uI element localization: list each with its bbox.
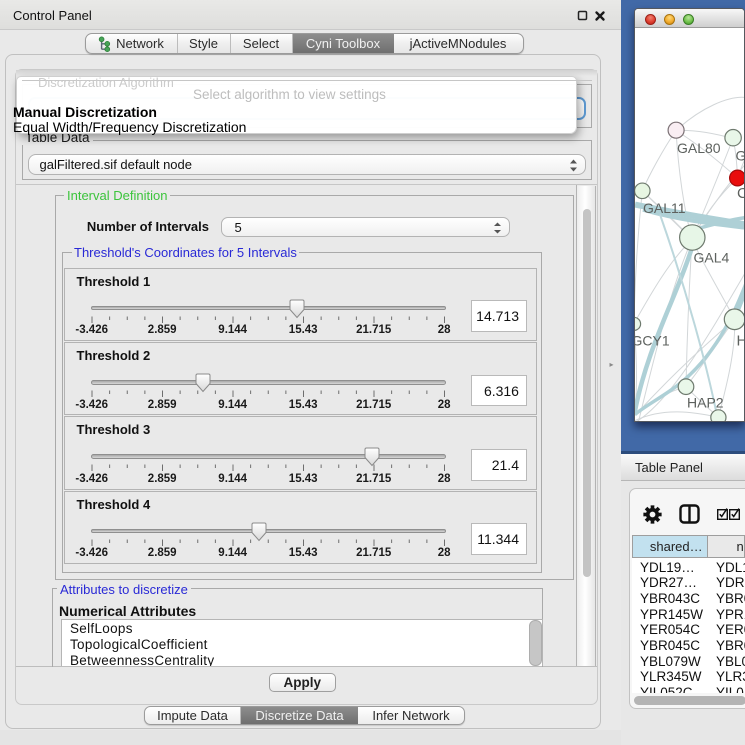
svg-text:GAL4: GAL4 xyxy=(694,249,730,265)
svg-text:GA: GA xyxy=(736,147,745,163)
svg-text:HAP2: HAP2 xyxy=(687,394,724,410)
svg-text:H: H xyxy=(737,332,745,349)
svg-text:GCY1: GCY1 xyxy=(635,332,670,348)
svg-text:C: C xyxy=(737,185,745,202)
svg-text:GAL11: GAL11 xyxy=(643,200,686,216)
svg-text:GAL80: GAL80 xyxy=(677,140,721,156)
